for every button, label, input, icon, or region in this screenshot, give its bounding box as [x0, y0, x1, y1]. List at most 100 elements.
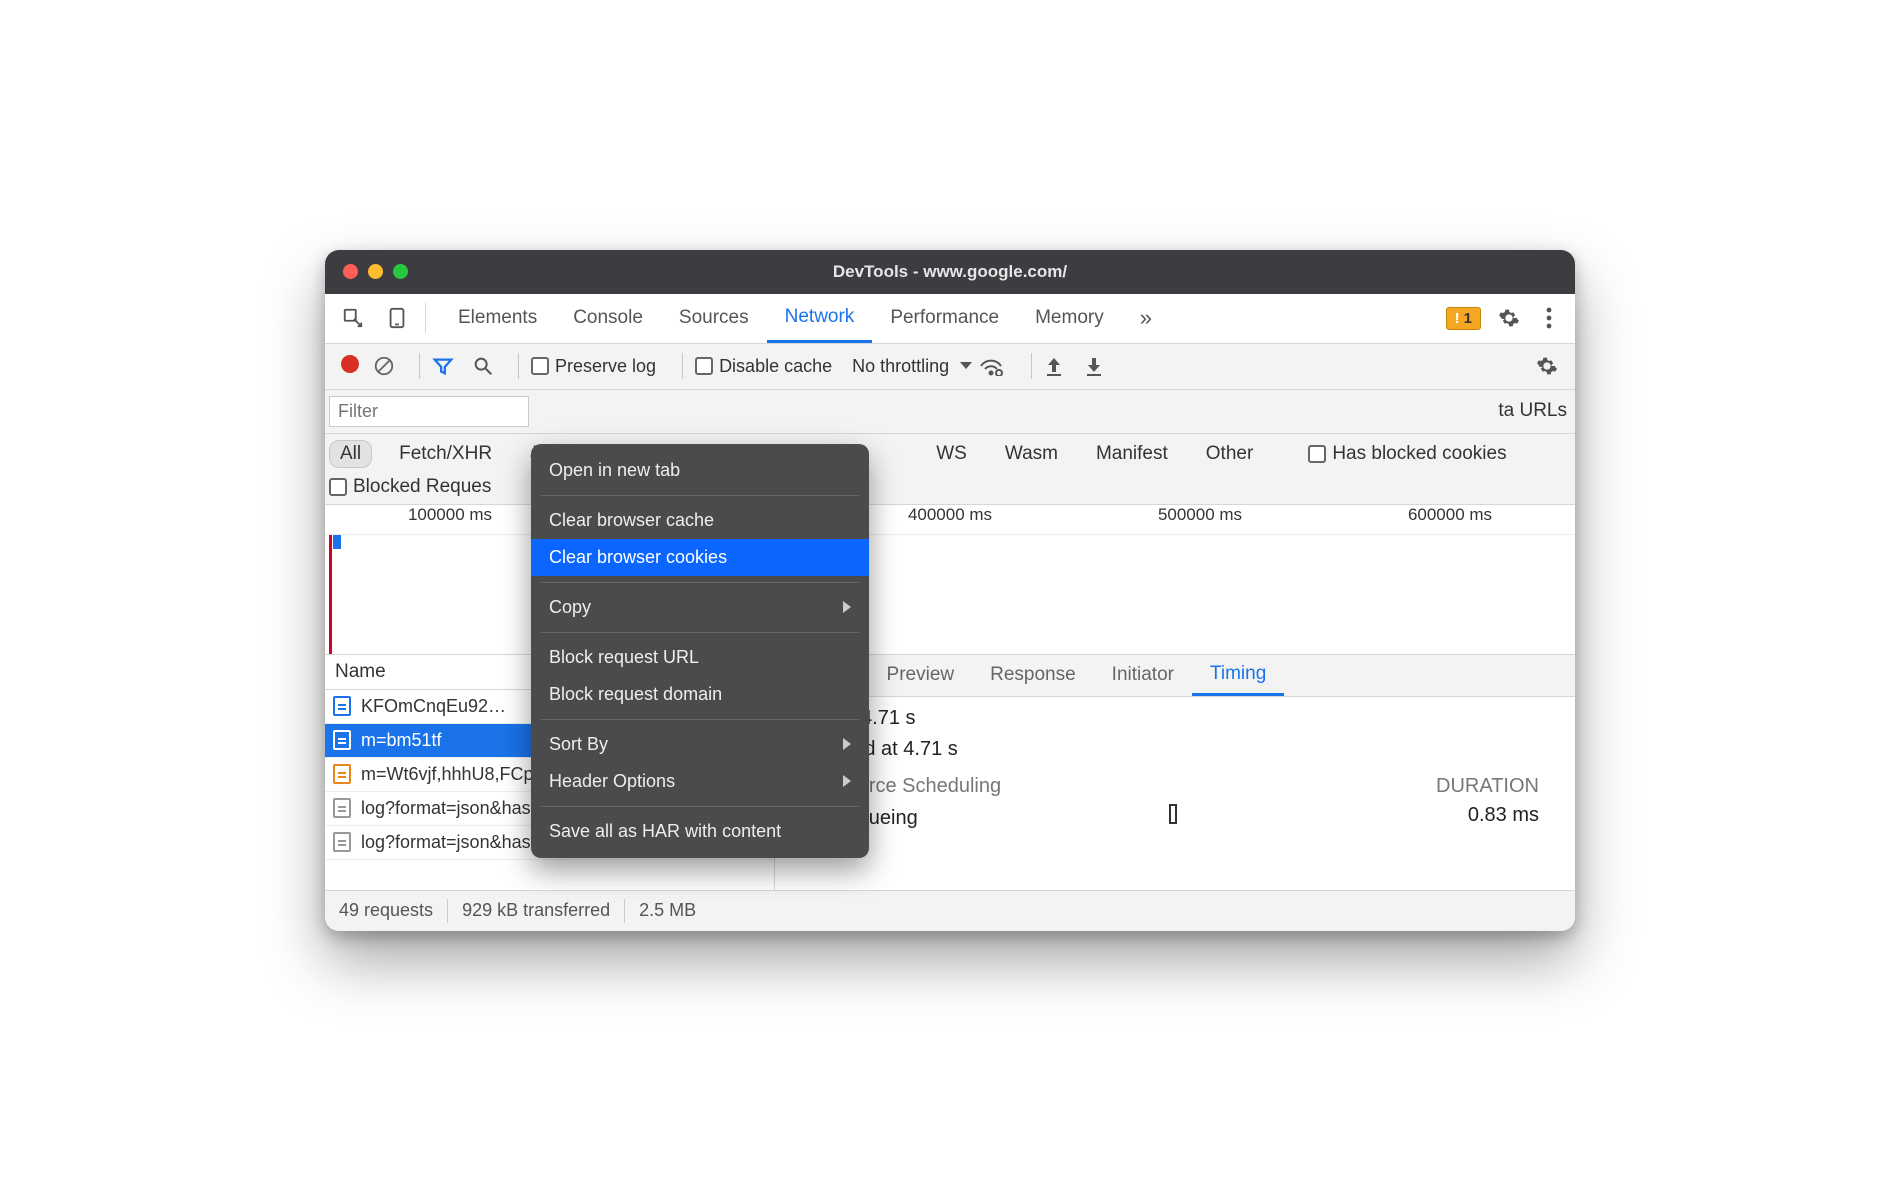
upload-har-icon[interactable] — [1044, 356, 1078, 376]
hide-data-urls-partial: ta URLs — [1498, 400, 1567, 422]
search-icon[interactable] — [472, 355, 506, 377]
context-menu-item-label: Sort By — [549, 734, 608, 755]
context-menu-item-label: Clear browser cookies — [549, 547, 727, 568]
request-detail-panel: aders Preview Response Initiator Timing … — [775, 655, 1575, 890]
device-toolbar-icon[interactable] — [375, 294, 419, 343]
tick-3: 500000 ms — [1075, 505, 1325, 534]
filter-icon[interactable] — [432, 355, 466, 377]
context-menu-item-label: Clear browser cache — [549, 510, 714, 531]
chevron-down-icon — [959, 361, 973, 371]
record-button[interactable] — [333, 355, 367, 378]
throttling-value: No throttling — [852, 356, 949, 377]
started-at-line: Started at 4.71 s — [811, 730, 1539, 761]
settings-icon[interactable] — [1489, 294, 1529, 343]
blocked-requests-checkbox[interactable]: Blocked Reques — [329, 476, 491, 498]
file-icon — [333, 832, 351, 852]
context-menu-item[interactable]: Clear browser cookies — [531, 539, 869, 576]
context-menu-separator — [541, 582, 859, 583]
queueing-bar-icon — [1169, 804, 1177, 824]
network-timeline[interactable]: 100000 ms 400000 ms 500000 ms 600000 ms — [325, 505, 1575, 655]
traffic-lights — [325, 264, 408, 279]
context-menu-item-label: Block request domain — [549, 684, 722, 705]
resources-size: 2.5 MB — [639, 900, 696, 921]
window-minimize-button[interactable] — [368, 264, 383, 279]
chevron-right-icon — [843, 601, 851, 613]
throttling-select[interactable]: No throttling — [852, 356, 973, 377]
type-wasm[interactable]: Wasm — [994, 440, 1069, 468]
context-menu-item-label: Save all as HAR with content — [549, 821, 781, 842]
download-har-icon[interactable] — [1084, 356, 1118, 376]
tab-memory[interactable]: Memory — [1017, 294, 1122, 343]
window-title: DevTools - www.google.com/ — [325, 262, 1575, 282]
window-zoom-button[interactable] — [393, 264, 408, 279]
network-settings-icon[interactable] — [1527, 355, 1567, 377]
window-close-button[interactable] — [343, 264, 358, 279]
blocked-requests-label: Blocked Reques — [353, 476, 491, 498]
tab-elements[interactable]: Elements — [440, 294, 555, 343]
disable-cache-label: Disable cache — [719, 356, 832, 377]
type-manifest[interactable]: Manifest — [1085, 440, 1179, 468]
tab-sources[interactable]: Sources — [661, 294, 767, 343]
context-menu-item[interactable]: Clear browser cache — [531, 502, 869, 539]
detail-tab-timing[interactable]: Timing — [1192, 655, 1284, 696]
context-menu-item[interactable]: Open in new tab — [531, 452, 869, 489]
preserve-log-checkbox[interactable]: Preserve log — [531, 356, 656, 377]
warning-icon: ! — [1455, 310, 1460, 327]
request-types-row: All Fetch/XHR JS WS Wasm Manifest Other … — [325, 434, 1575, 505]
type-fetch-xhr[interactable]: Fetch/XHR — [388, 440, 503, 468]
context-menu-item-label: Block request URL — [549, 647, 699, 668]
network-conditions-icon[interactable] — [979, 356, 1019, 376]
tick-4: 600000 ms — [1325, 505, 1575, 534]
context-menu-item[interactable]: Save all as HAR with content — [531, 813, 869, 850]
blocked-cookies-label: Has blocked cookies — [1332, 443, 1506, 465]
tab-console[interactable]: Console — [555, 294, 661, 343]
detail-tab-initiator[interactable]: Initiator — [1094, 655, 1192, 696]
transferred-size: 929 kB transferred — [462, 900, 610, 921]
network-split-view: Name KFOmCnqEu92… m=bm51tf m=Wt6vjf,hhhU… — [325, 655, 1575, 891]
network-status-bar: 49 requests 929 kB transferred 2.5 MB — [325, 891, 1575, 931]
queueing-value: 0.83 ms — [1468, 804, 1539, 830]
duration-label: DURATION — [1436, 775, 1539, 798]
context-menu-separator — [541, 632, 859, 633]
file-icon — [333, 764, 351, 784]
chevron-right-icon — [843, 738, 851, 750]
devtools-window: DevTools - www.google.com/ Elements Cons… — [325, 250, 1575, 931]
clear-icon[interactable] — [373, 355, 407, 377]
tabs-overflow-button[interactable]: » — [1122, 294, 1170, 343]
more-menu-icon[interactable] — [1529, 294, 1569, 343]
detail-tab-preview[interactable]: Preview — [869, 655, 973, 696]
context-menu-item[interactable]: Sort By — [531, 726, 869, 763]
queued-at-line: ed at 4.71 s — [811, 707, 1539, 730]
context-menu-item[interactable]: Copy — [531, 589, 869, 626]
devtools-tabs-bar: Elements Console Sources Network Perform… — [325, 294, 1575, 344]
request-name: m=bm51tf — [361, 730, 442, 751]
domcontent-marker-icon — [333, 535, 341, 549]
timeline-ticks: 100000 ms 400000 ms 500000 ms 600000 ms — [325, 505, 1575, 535]
request-name: KFOmCnqEu92… — [361, 696, 506, 717]
detail-tabs: aders Preview Response Initiator Timing — [775, 655, 1575, 697]
file-icon — [333, 730, 351, 750]
titlebar: DevTools - www.google.com/ — [325, 250, 1575, 294]
inspect-element-icon[interactable] — [331, 294, 375, 343]
context-menu-item[interactable]: Header Options — [531, 763, 869, 800]
tab-network[interactable]: Network — [767, 294, 873, 343]
filter-row: ta URLs — [325, 390, 1575, 434]
type-all[interactable]: All — [329, 440, 372, 468]
network-toolbar: Preserve log Disable cache No throttling — [325, 344, 1575, 390]
tab-performance[interactable]: Performance — [872, 294, 1017, 343]
filter-input[interactable] — [329, 396, 529, 427]
context-menu-separator — [541, 495, 859, 496]
panel-tabs: Elements Console Sources Network Perform… — [432, 294, 1170, 343]
load-marker-icon — [329, 535, 332, 654]
blocked-cookies-checkbox[interactable]: Has blocked cookies — [1308, 443, 1506, 465]
context-menu-item[interactable]: Block request URL — [531, 639, 869, 676]
disable-cache-checkbox[interactable]: Disable cache — [695, 356, 832, 377]
context-menu-item-label: Open in new tab — [549, 460, 680, 481]
context-menu: Open in new tab Clear browser cache Clear … — [531, 444, 869, 858]
issues-warning-badge[interactable]: ! 1 — [1446, 307, 1481, 330]
type-ws[interactable]: WS — [925, 440, 978, 468]
context-menu-item[interactable]: Block request domain — [531, 676, 869, 713]
type-other[interactable]: Other — [1195, 440, 1265, 468]
file-icon — [333, 798, 351, 818]
detail-tab-response[interactable]: Response — [972, 655, 1094, 696]
